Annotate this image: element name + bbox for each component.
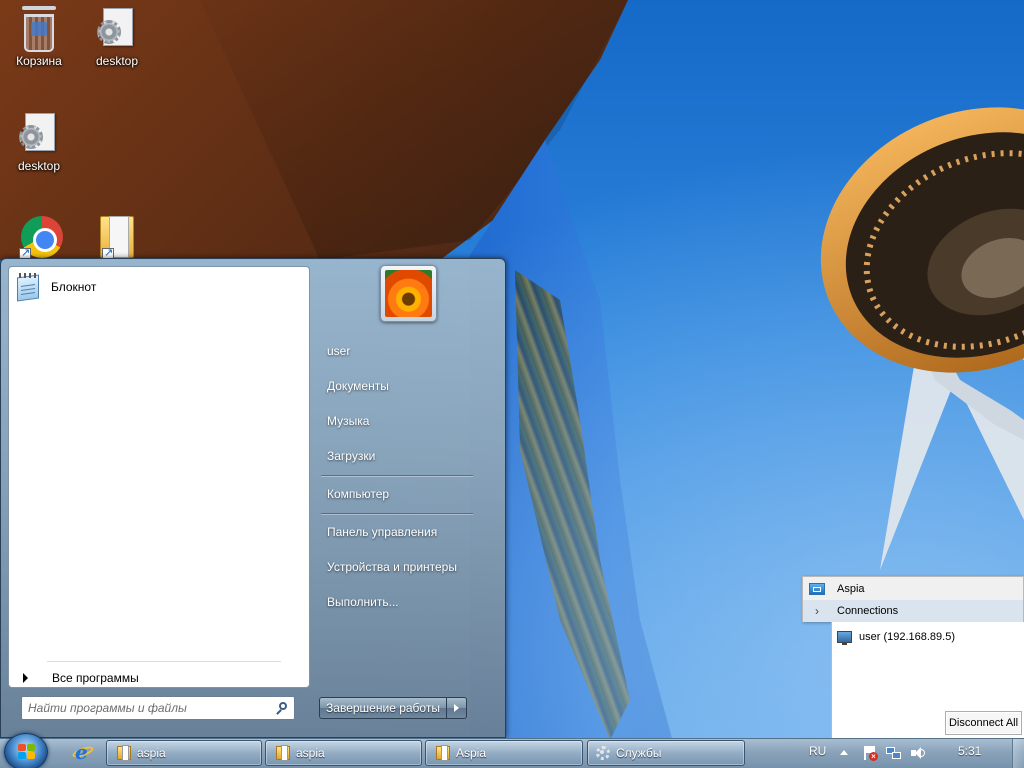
shutdown-options-button[interactable] bbox=[447, 697, 467, 719]
connection-label: user (192.168.89.5) bbox=[859, 631, 956, 643]
flower-avatar-icon bbox=[385, 270, 432, 317]
action-center-flag-icon[interactable]: × bbox=[862, 745, 878, 761]
notepad-icon bbox=[13, 272, 43, 302]
start-menu-item-computer[interactable]: Компьютер bbox=[317, 480, 489, 508]
chevron-right-icon: › bbox=[815, 604, 819, 618]
show-desktop-button[interactable] bbox=[1012, 739, 1024, 768]
chevron-right-icon bbox=[454, 704, 459, 712]
language-indicator[interactable]: RU bbox=[809, 744, 826, 758]
shutdown-group: Завершение работы bbox=[319, 697, 467, 719]
connections-submenu: user (192.168.89.5) Disconnect All bbox=[831, 622, 1024, 738]
all-programs-button[interactable]: Все программы bbox=[19, 667, 299, 689]
start-button[interactable] bbox=[4, 733, 48, 768]
taskbar-button-aspia-3[interactable]: Aspia bbox=[425, 740, 583, 766]
connection-item[interactable]: user (192.168.89.5) bbox=[837, 628, 955, 646]
divider bbox=[47, 661, 281, 662]
windows-logo-icon bbox=[18, 744, 36, 761]
monitor-icon bbox=[837, 631, 852, 645]
start-menu-programs-pane: Блокнот Все программы bbox=[8, 266, 310, 688]
divider bbox=[321, 513, 473, 514]
menu-item-label: Connections bbox=[837, 605, 899, 617]
start-menu-item-downloads[interactable]: Загрузки bbox=[317, 442, 489, 470]
start-menu-item-documents[interactable]: Документы bbox=[317, 372, 489, 400]
folder-shortcut-icon bbox=[96, 214, 136, 260]
desktop-icon-desktop-ini[interactable]: desktop bbox=[81, 6, 153, 68]
menu-item-connections[interactable]: › Connections bbox=[803, 600, 1023, 622]
taskbar-button-label: aspia bbox=[137, 746, 166, 760]
taskbar-button-aspia-2[interactable]: aspia bbox=[265, 740, 422, 766]
desktop-icon-label: desktop bbox=[17, 159, 61, 173]
recycle-bin-icon bbox=[19, 6, 59, 52]
aspia-tray-menu: Aspia › Connections user (192.168.89.5) … bbox=[802, 576, 1024, 738]
show-hidden-icons-icon[interactable] bbox=[840, 750, 848, 755]
desktop-icon-label: desktop bbox=[95, 54, 139, 68]
desktop-icon-chrome[interactable] bbox=[3, 214, 75, 262]
pinned-program-notepad[interactable]: Блокнот bbox=[13, 271, 305, 303]
search-icon[interactable] bbox=[274, 701, 290, 717]
divider bbox=[321, 475, 473, 476]
start-search-input[interactable] bbox=[28, 699, 268, 717]
taskbar-button-label: aspia bbox=[296, 746, 325, 760]
disconnect-all-button[interactable]: Disconnect All bbox=[945, 711, 1022, 735]
start-search-box[interactable] bbox=[21, 696, 295, 720]
triangle-right-icon bbox=[23, 673, 28, 683]
gear-icon bbox=[596, 746, 610, 760]
pinned-program-label: Блокнот bbox=[51, 280, 97, 294]
volume-icon[interactable] bbox=[910, 745, 926, 761]
chrome-icon bbox=[19, 214, 63, 260]
start-menu-item-control-panel[interactable]: Панель управления bbox=[317, 518, 489, 546]
start-menu: Блокнот Все программы user Документы Муз… bbox=[0, 258, 506, 738]
desktop-icon-desktop-ini-2[interactable]: desktop bbox=[3, 111, 75, 173]
aspia-context-menu: Aspia › Connections bbox=[802, 576, 1024, 622]
desktop-icon-label: Корзина bbox=[16, 54, 62, 68]
aspia-icon bbox=[809, 583, 825, 595]
menu-item-aspia[interactable]: Aspia bbox=[803, 578, 1023, 600]
start-menu-item-devices-printers[interactable]: Устройства и принтеры bbox=[317, 553, 489, 581]
start-menu-item-run[interactable]: Выполнить... bbox=[317, 588, 489, 616]
settings-file-icon bbox=[19, 111, 59, 157]
start-menu-item-music[interactable]: Музыка bbox=[317, 407, 489, 435]
taskbar-clock[interactable]: 5:31 bbox=[958, 744, 981, 758]
folder-icon bbox=[276, 745, 290, 761]
folder-icon bbox=[117, 745, 131, 761]
internet-explorer-icon[interactable]: e bbox=[71, 742, 95, 764]
desktop-icon-recycle-bin[interactable]: Корзина bbox=[3, 6, 75, 68]
taskbar-button-label: Aspia bbox=[456, 746, 487, 760]
taskbar-button-services[interactable]: Службы bbox=[587, 740, 745, 766]
settings-file-icon bbox=[97, 6, 137, 52]
desktop-icon-folder-shortcut[interactable] bbox=[80, 214, 152, 262]
folder-icon bbox=[436, 745, 450, 761]
all-programs-label: Все программы bbox=[52, 671, 139, 685]
taskbar-button-aspia-1[interactable]: aspia bbox=[106, 740, 262, 766]
network-icon[interactable] bbox=[886, 745, 902, 761]
menu-item-label: Aspia bbox=[837, 583, 865, 595]
start-menu-item-user[interactable]: user bbox=[317, 337, 489, 365]
shutdown-button[interactable]: Завершение работы bbox=[319, 697, 447, 719]
user-avatar[interactable] bbox=[380, 265, 437, 322]
taskbar-button-label: Службы bbox=[616, 746, 662, 760]
